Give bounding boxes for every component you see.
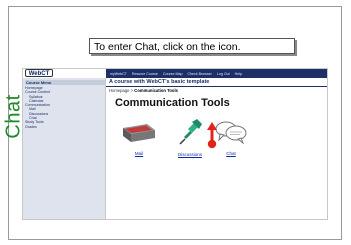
breadcrumb-home[interactable]: Homepage bbox=[109, 88, 130, 93]
tool-mail[interactable]: Mail bbox=[119, 122, 159, 156]
instruction-callout: To enter Chat, click on the icon. bbox=[89, 38, 295, 54]
pointer-arrow-icon bbox=[207, 122, 217, 149]
tool-chat-label[interactable]: Chat bbox=[212, 151, 250, 156]
topnav-resume-course[interactable]: Resume Course bbox=[132, 72, 158, 76]
page-title: Communication Tools bbox=[115, 97, 230, 109]
logo-area: WebCT bbox=[23, 69, 106, 78]
breadcrumb-current: Communication Tools bbox=[134, 88, 178, 93]
side-label: Chat bbox=[3, 85, 25, 147]
tool-discussions-label[interactable]: Discussions bbox=[169, 152, 211, 157]
sidebar-item-grades[interactable]: Grades bbox=[25, 125, 105, 129]
topnav-mywebct[interactable]: myWebCT bbox=[110, 72, 127, 76]
topnav-course-map[interactable]: Course Map bbox=[163, 72, 183, 76]
tool-mail-label[interactable]: Mail bbox=[119, 151, 159, 156]
course-title: A course with WebCT's basic template bbox=[106, 78, 327, 87]
topnav-check-browser[interactable]: Check Browser bbox=[187, 72, 211, 76]
breadcrumb-separator: > bbox=[130, 88, 134, 93]
breadcrumb: Homepage > Communication Tools bbox=[109, 88, 178, 93]
topnav-log-out[interactable]: Log Out bbox=[217, 72, 230, 76]
webct-window: WebCT myWebCT Resume Course Course Map C… bbox=[22, 68, 328, 220]
tool-discussions[interactable]: Discussions bbox=[169, 119, 211, 157]
topnav-help[interactable]: Help bbox=[235, 72, 242, 76]
mail-icon[interactable] bbox=[121, 122, 157, 144]
webct-logo[interactable]: WebCT bbox=[25, 69, 53, 77]
speech-bubbles-icon[interactable] bbox=[214, 120, 248, 145]
course-menu-title: Course Menu bbox=[25, 80, 105, 85]
pushpin-icon[interactable] bbox=[178, 119, 202, 145]
top-navigation: myWebCT Resume Course Course Map Check B… bbox=[106, 69, 327, 78]
tool-chat[interactable]: Chat bbox=[212, 120, 250, 156]
course-menu-sidebar: Course Menu Homepage Course Content Syll… bbox=[23, 78, 106, 219]
callout-text: To enter Chat, click on the icon. bbox=[94, 41, 241, 53]
